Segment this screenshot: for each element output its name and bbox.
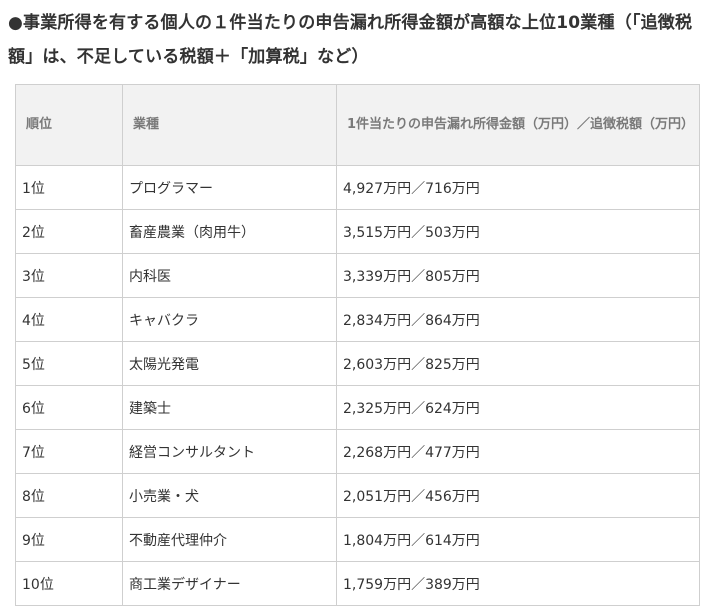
cell-rank: 1位 xyxy=(15,165,123,210)
ranking-table: 順位 業種 1件当たりの申告漏れ所得金額（万円）／追徴税額（万円） 1位 プログ… xyxy=(15,84,700,606)
cell-industry: 経営コンサルタント xyxy=(122,429,337,474)
table-row: 5位 太陽光発電 2,603万円／825万円 xyxy=(15,341,700,386)
cell-industry: 商工業デザイナー xyxy=(122,561,337,606)
cell-industry: 建築士 xyxy=(122,385,337,430)
cell-industry: 不動産代理仲介 xyxy=(122,517,337,562)
table-row: 3位 内科医 3,339万円／805万円 xyxy=(15,253,700,298)
cell-industry: 小売業・犬 xyxy=(122,473,337,518)
table-row: 8位 小売業・犬 2,051万円／456万円 xyxy=(15,473,700,518)
table-header-row: 順位 業種 1件当たりの申告漏れ所得金額（万円）／追徴税額（万円） xyxy=(15,84,700,166)
page-heading: ●事業所得を有する個人の１件当たりの申告漏れ所得金額が高額な上位10業種（「追徴… xyxy=(8,13,693,67)
cell-rank: 8位 xyxy=(15,473,123,518)
cell-rank: 5位 xyxy=(15,341,123,386)
table-row: 10位 商工業デザイナー 1,759万円／389万円 xyxy=(15,561,700,606)
cell-amount: 1,804万円／614万円 xyxy=(336,517,700,562)
cell-rank: 7位 xyxy=(15,429,123,474)
cell-amount: 3,339万円／805万円 xyxy=(336,253,700,298)
cell-rank: 9位 xyxy=(15,517,123,562)
cell-amount: 2,834万円／864万円 xyxy=(336,297,700,342)
cell-amount: 3,515万円／503万円 xyxy=(336,209,700,254)
cell-rank: 2位 xyxy=(15,209,123,254)
cell-industry: 内科医 xyxy=(122,253,337,298)
header-rank: 順位 xyxy=(15,84,123,166)
header-amount: 1件当たりの申告漏れ所得金額（万円）／追徴税額（万円） xyxy=(336,84,700,166)
cell-amount: 4,927万円／716万円 xyxy=(336,165,700,210)
table-row: 4位 キャバクラ 2,834万円／864万円 xyxy=(15,297,700,342)
cell-amount: 2,051万円／456万円 xyxy=(336,473,700,518)
cell-industry: 太陽光発電 xyxy=(122,341,337,386)
cell-industry: 畜産農業（肉用牛） xyxy=(122,209,337,254)
table-row: 6位 建築士 2,325万円／624万円 xyxy=(15,385,700,430)
header-industry: 業種 xyxy=(122,84,337,166)
table-row: 9位 不動産代理仲介 1,804万円／614万円 xyxy=(15,517,700,562)
cell-amount: 2,325万円／624万円 xyxy=(336,385,700,430)
cell-amount: 1,759万円／389万円 xyxy=(336,561,700,606)
table-row: 1位 プログラマー 4,927万円／716万円 xyxy=(15,165,700,210)
table-row: 2位 畜産農業（肉用牛） 3,515万円／503万円 xyxy=(15,209,700,254)
cell-industry: キャバクラ xyxy=(122,297,337,342)
cell-rank: 4位 xyxy=(15,297,123,342)
cell-rank: 3位 xyxy=(15,253,123,298)
cell-industry: プログラマー xyxy=(122,165,337,210)
cell-rank: 10位 xyxy=(15,561,123,606)
cell-rank: 6位 xyxy=(15,385,123,430)
cell-amount: 2,603万円／825万円 xyxy=(336,341,700,386)
table-row: 7位 経営コンサルタント 2,268万円／477万円 xyxy=(15,429,700,474)
cell-amount: 2,268万円／477万円 xyxy=(336,429,700,474)
